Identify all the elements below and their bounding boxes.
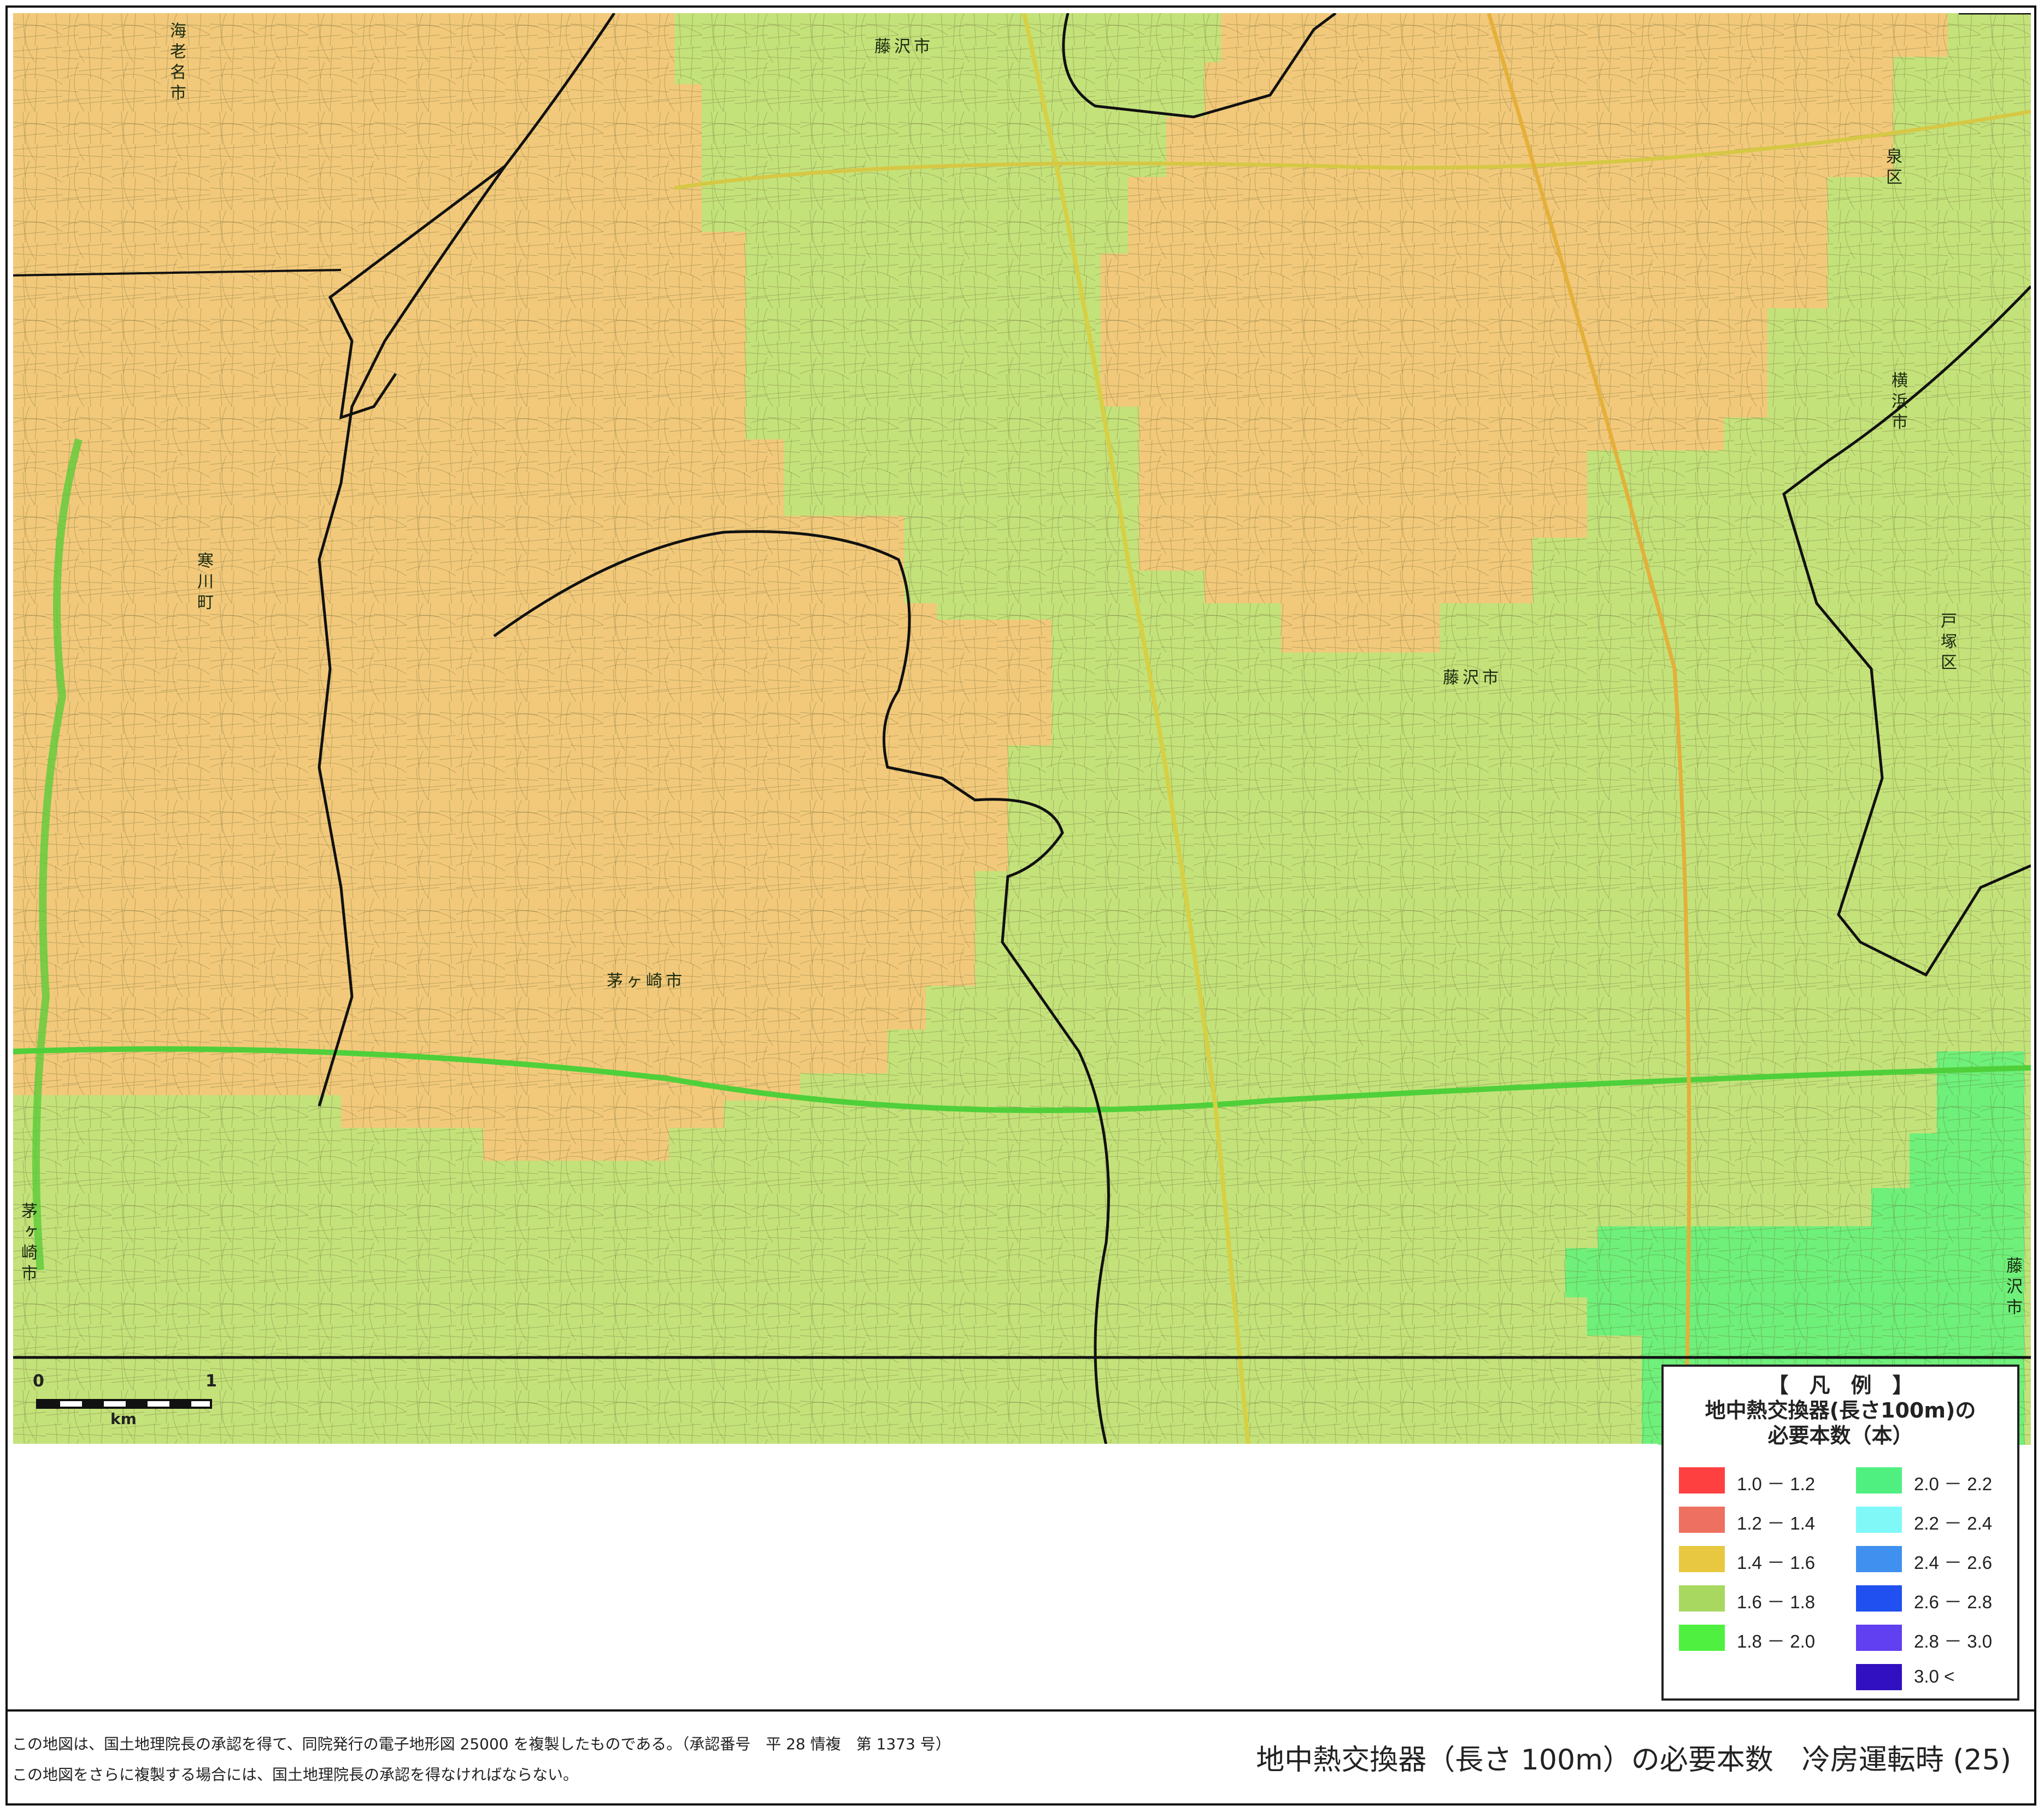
- legend-swatch: [1679, 1546, 1725, 1572]
- legend: 【 凡 例 】 地中熱交換器(長さ100m)の 必要本数（本） 1.0 － 1.…: [1661, 1365, 2019, 1701]
- scale-start-label: 0: [33, 1372, 44, 1391]
- legend-label: 2.4 － 2.6: [1914, 1553, 1993, 1573]
- legend-swatch: [1856, 1625, 1902, 1651]
- place-label-fujisawa-center: 藤沢市: [1443, 668, 1502, 687]
- place-label-samukawa: 寒川町: [194, 552, 213, 614]
- legend-swatch: [1856, 1467, 1902, 1494]
- map-title: 地中熱交換器（長さ 100m）の必要本数 冷房運転時 (25): [1256, 1744, 2011, 1777]
- legend-title-line1: 地中熱交換器(長さ100m)の: [1705, 1398, 1976, 1422]
- legend-label: 1.4 － 1.6: [1737, 1553, 1816, 1573]
- legend-label: 2.2 － 2.4: [1914, 1513, 1993, 1533]
- place-label-ebina: 海老名市: [167, 22, 186, 105]
- legend-label: 1.2 － 1.4: [1737, 1513, 1816, 1533]
- legend-swatch: [1679, 1467, 1725, 1494]
- legend-label: 2.6 － 2.8: [1914, 1592, 1993, 1612]
- legend-swatch: [1679, 1625, 1725, 1651]
- legend-swatch: [1856, 1546, 1902, 1572]
- place-label-izumi: 泉区: [1883, 148, 1902, 189]
- map-sheet: 海老名市 寒川町 茅ヶ崎市 茅ヶ崎市 藤沢市 藤沢市 藤沢市 泉区 横浜市 戸塚…: [0, 0, 2044, 1811]
- scale-bar: 0 1 km: [33, 1372, 217, 1428]
- legend-label: 3.0 <: [1914, 1666, 1955, 1686]
- blank-area: [8, 1444, 1658, 1707]
- scale-bar-graphic: [36, 1399, 212, 1409]
- copyright-note-1: この地図は、国土地理院長の承認を得て、同院発行の電子地形図 25000 を複製し…: [12, 1735, 951, 1753]
- legend-label: 1.8 － 2.0: [1737, 1631, 1816, 1651]
- legend-swatch: [1679, 1585, 1725, 1612]
- copyright-note-2: この地図をさらに複製する場合には、国土地理院長の承認を得なければならない。: [12, 1766, 579, 1784]
- place-label-fujisawa-top: 藤沢市: [874, 37, 933, 56]
- legend-swatch: [1679, 1507, 1725, 1533]
- legend-swatch: [1856, 1664, 1902, 1690]
- legend-label: 1.6 － 1.8: [1737, 1592, 1816, 1612]
- place-label-chigasaki-left: 茅ヶ崎市: [18, 1202, 37, 1285]
- place-label-totsuka: 戸塚区: [1937, 612, 1957, 674]
- legend-label: 1.0 － 1.2: [1737, 1474, 1816, 1494]
- legend-title-line2: 必要本数（本）: [1767, 1424, 1913, 1448]
- legend-label: 2.0 － 2.2: [1914, 1474, 1993, 1494]
- place-label-chigasaki: 茅ヶ崎市: [607, 972, 685, 991]
- place-label-fujisawa-right: 藤沢市: [2003, 1257, 2022, 1319]
- scale-end-label: 1: [205, 1372, 217, 1391]
- scale-unit-label: km: [110, 1410, 137, 1428]
- legend-heading: 【 凡 例 】: [1767, 1373, 1913, 1397]
- legend-swatch: [1856, 1585, 1902, 1612]
- footer-divider: [5, 1709, 2036, 1712]
- legend-swatch: [1856, 1507, 1902, 1533]
- place-label-yokohama: 横浜市: [1888, 372, 1907, 434]
- legend-label: 2.8 － 3.0: [1914, 1631, 1993, 1651]
